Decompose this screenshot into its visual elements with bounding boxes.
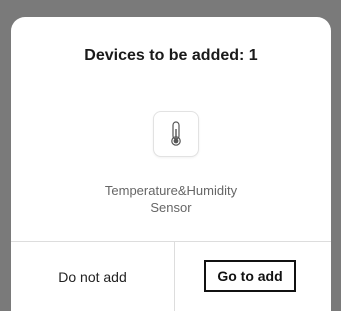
dialog-footer: Do not add Go to add — [11, 241, 331, 311]
button-divider — [174, 242, 175, 311]
thermometer-icon — [171, 121, 181, 146]
device-name: Temperature&Humidity Sensor — [51, 182, 291, 216]
add-devices-dialog: Devices to be added: 1 Temperature&Humid… — [11, 17, 331, 311]
device-name-line2: Sensor — [150, 200, 192, 215]
go-to-add-button[interactable]: Go to add — [204, 260, 296, 292]
device-card[interactable] — [153, 111, 199, 157]
do-not-add-button[interactable]: Do not add — [11, 242, 174, 311]
device-name-line1: Temperature&Humidity — [104, 183, 238, 198]
dialog-title: Devices to be added: 1 — [84, 47, 258, 64]
